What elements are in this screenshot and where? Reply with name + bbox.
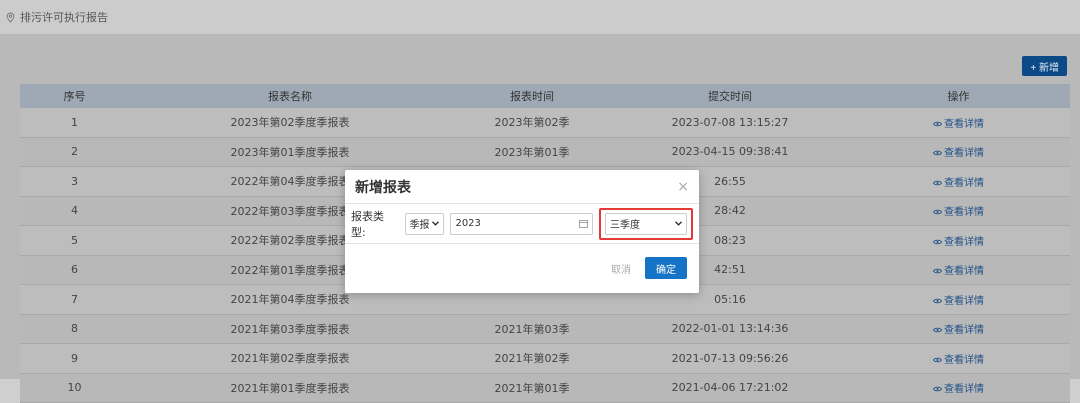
breadcrumb: 排污许可执行报告 — [0, 0, 1080, 34]
eye-icon — [932, 180, 943, 185]
location-pin-icon — [6, 12, 15, 23]
view-details-link[interactable]: 查看详情 — [932, 266, 984, 278]
cell-submitted-time: 2021-04-06 17:21:02 — [613, 373, 847, 403]
cell-index: 9 — [20, 343, 129, 374]
view-details-label: 查看详情 — [944, 207, 984, 219]
view-details-link[interactable]: 查看详情 — [932, 295, 984, 307]
view-details-link[interactable]: 查看详情 — [932, 236, 984, 248]
close-icon[interactable]: × — [677, 179, 689, 195]
table-header-row: 序号 报表名称 报表时间 提交时间 操作 — [20, 84, 1070, 108]
table-row: 10 2021年第01季度季报表 2021年第01季 2021-04-06 17:21… — [20, 373, 1070, 403]
report-type-select[interactable]: 季报 — [404, 212, 445, 235]
column-header-name: 报表名称 — [129, 84, 451, 108]
eye-icon — [932, 387, 943, 392]
view-details-link[interactable]: 查看详情 — [932, 118, 984, 130]
quarter-highlight-box: 三季度 — [599, 207, 693, 240]
eye-icon — [932, 151, 943, 156]
add-report-button[interactable]: + 新增 — [1022, 56, 1067, 76]
view-details-link[interactable]: 查看详情 — [932, 325, 984, 337]
cell-action: 查看详情 — [847, 284, 1070, 315]
cell-action: 查看详情 — [847, 314, 1070, 344]
cell-action: 查看详情 — [847, 225, 1070, 256]
cell-report-name: 2021年第02季度季报表 — [129, 343, 451, 374]
cell-index: 5 — [20, 225, 129, 256]
eye-icon — [932, 121, 943, 126]
view-details-label: 查看详情 — [944, 354, 984, 366]
cell-action: 查看详情 — [847, 137, 1070, 167]
cell-index: 10 — [20, 373, 129, 403]
column-header-action: 操作 — [847, 84, 1070, 108]
report-type-label: 报表类型: — [351, 209, 384, 239]
dialog-header: 新增报表 × — [345, 170, 699, 204]
cell-action: 查看详情 — [847, 373, 1070, 403]
view-details-link[interactable]: 查看详情 — [932, 354, 984, 366]
cell-report-period: 2021年第01季 — [451, 373, 613, 403]
eye-icon — [932, 210, 943, 215]
chevron-down-icon — [675, 221, 682, 226]
table-row: 2 2023年第01季度季报表 2023年第01季 2023-04-15 09:38:… — [20, 137, 1070, 167]
calendar-icon[interactable] — [579, 219, 588, 228]
view-details-label: 查看详情 — [944, 384, 984, 396]
cell-action: 查看详情 — [847, 166, 1070, 197]
eye-icon — [932, 328, 943, 333]
report-type-value: 季报 — [409, 220, 430, 231]
breadcrumb-label: 排污许可执行报告 — [20, 11, 108, 24]
cell-report-name: 2023年第01季度季报表 — [129, 137, 451, 167]
quarter-select[interactable]: 三季度 — [605, 212, 687, 235]
column-header-index: 序号 — [20, 84, 129, 108]
year-input[interactable]: 2023 — [450, 212, 593, 235]
cell-report-period: 2023年第01季 — [451, 137, 613, 167]
quarter-value: 三季度 — [610, 220, 640, 231]
confirm-button[interactable]: 确定 — [645, 257, 687, 279]
cell-index: 1 — [20, 108, 129, 138]
view-details-link[interactable]: 查看详情 — [932, 148, 984, 160]
cell-action: 查看详情 — [847, 255, 1070, 285]
eye-icon — [932, 239, 943, 244]
cell-index: 7 — [20, 284, 129, 315]
eye-icon — [932, 298, 943, 303]
cell-index: 4 — [20, 196, 129, 226]
cell-action: 查看详情 — [847, 196, 1070, 226]
table-row: 8 2021年第03季度季报表 2021年第03季 2022-01-01 13:14:… — [20, 314, 1070, 344]
cell-report-name: 2021年第03季度季报表 — [129, 314, 451, 344]
eye-icon — [932, 357, 943, 362]
view-details-label: 查看详情 — [944, 295, 984, 307]
cell-report-period: 2021年第02季 — [451, 343, 613, 374]
cell-index: 2 — [20, 137, 129, 167]
table-row: 1 2023年第02季度季报表 2023年第02季 2023-07-08 13:15:… — [20, 108, 1070, 138]
cell-action: 查看详情 — [847, 108, 1070, 138]
view-details-label: 查看详情 — [944, 236, 984, 248]
dialog-title: 新增报表 — [355, 179, 411, 196]
view-details-label: 查看详情 — [944, 177, 984, 189]
cell-index: 8 — [20, 314, 129, 344]
view-details-link[interactable]: 查看详情 — [932, 207, 984, 219]
eye-icon — [932, 269, 943, 274]
cell-submitted-time: 2023-07-08 13:15:27 — [613, 108, 847, 138]
cell-report-period: 2023年第02季 — [451, 108, 613, 138]
add-report-dialog: 新增报表 × 报表类型: 季报 2023 三季度 取消 确定 — [345, 170, 699, 293]
view-details-link[interactable]: 查看详情 — [932, 177, 984, 189]
cell-index: 6 — [20, 255, 129, 285]
cell-action: 查看详情 — [847, 343, 1070, 374]
column-header-period: 报表时间 — [451, 84, 613, 108]
cell-report-period: 2021年第03季 — [451, 314, 613, 344]
dialog-footer: 取消 确定 — [345, 244, 699, 292]
cell-report-name: 2021年第01季度季报表 — [129, 373, 451, 403]
chevron-down-icon — [432, 221, 440, 226]
view-details-link[interactable]: 查看详情 — [932, 384, 984, 396]
cell-submitted-time: 2022-01-01 13:14:36 — [613, 314, 847, 344]
cell-report-name: 2023年第02季度季报表 — [129, 108, 451, 138]
dialog-body: 报表类型: 季报 2023 三季度 — [345, 204, 699, 244]
table-row: 9 2021年第02季度季报表 2021年第02季 2021-07-13 09:56:… — [20, 343, 1070, 374]
column-header-submitted: 提交时间 — [613, 84, 847, 108]
cell-index: 3 — [20, 166, 129, 197]
view-details-label: 查看详情 — [944, 148, 984, 160]
year-value: 2023 — [455, 218, 481, 229]
view-details-label: 查看详情 — [944, 266, 984, 278]
cell-submitted-time: 2023-04-15 09:38:41 — [613, 137, 847, 167]
cancel-button[interactable]: 取消 — [611, 261, 631, 276]
view-details-label: 查看详情 — [944, 118, 984, 130]
view-details-label: 查看详情 — [944, 325, 984, 337]
cell-submitted-time: 2021-07-13 09:56:26 — [613, 343, 847, 374]
